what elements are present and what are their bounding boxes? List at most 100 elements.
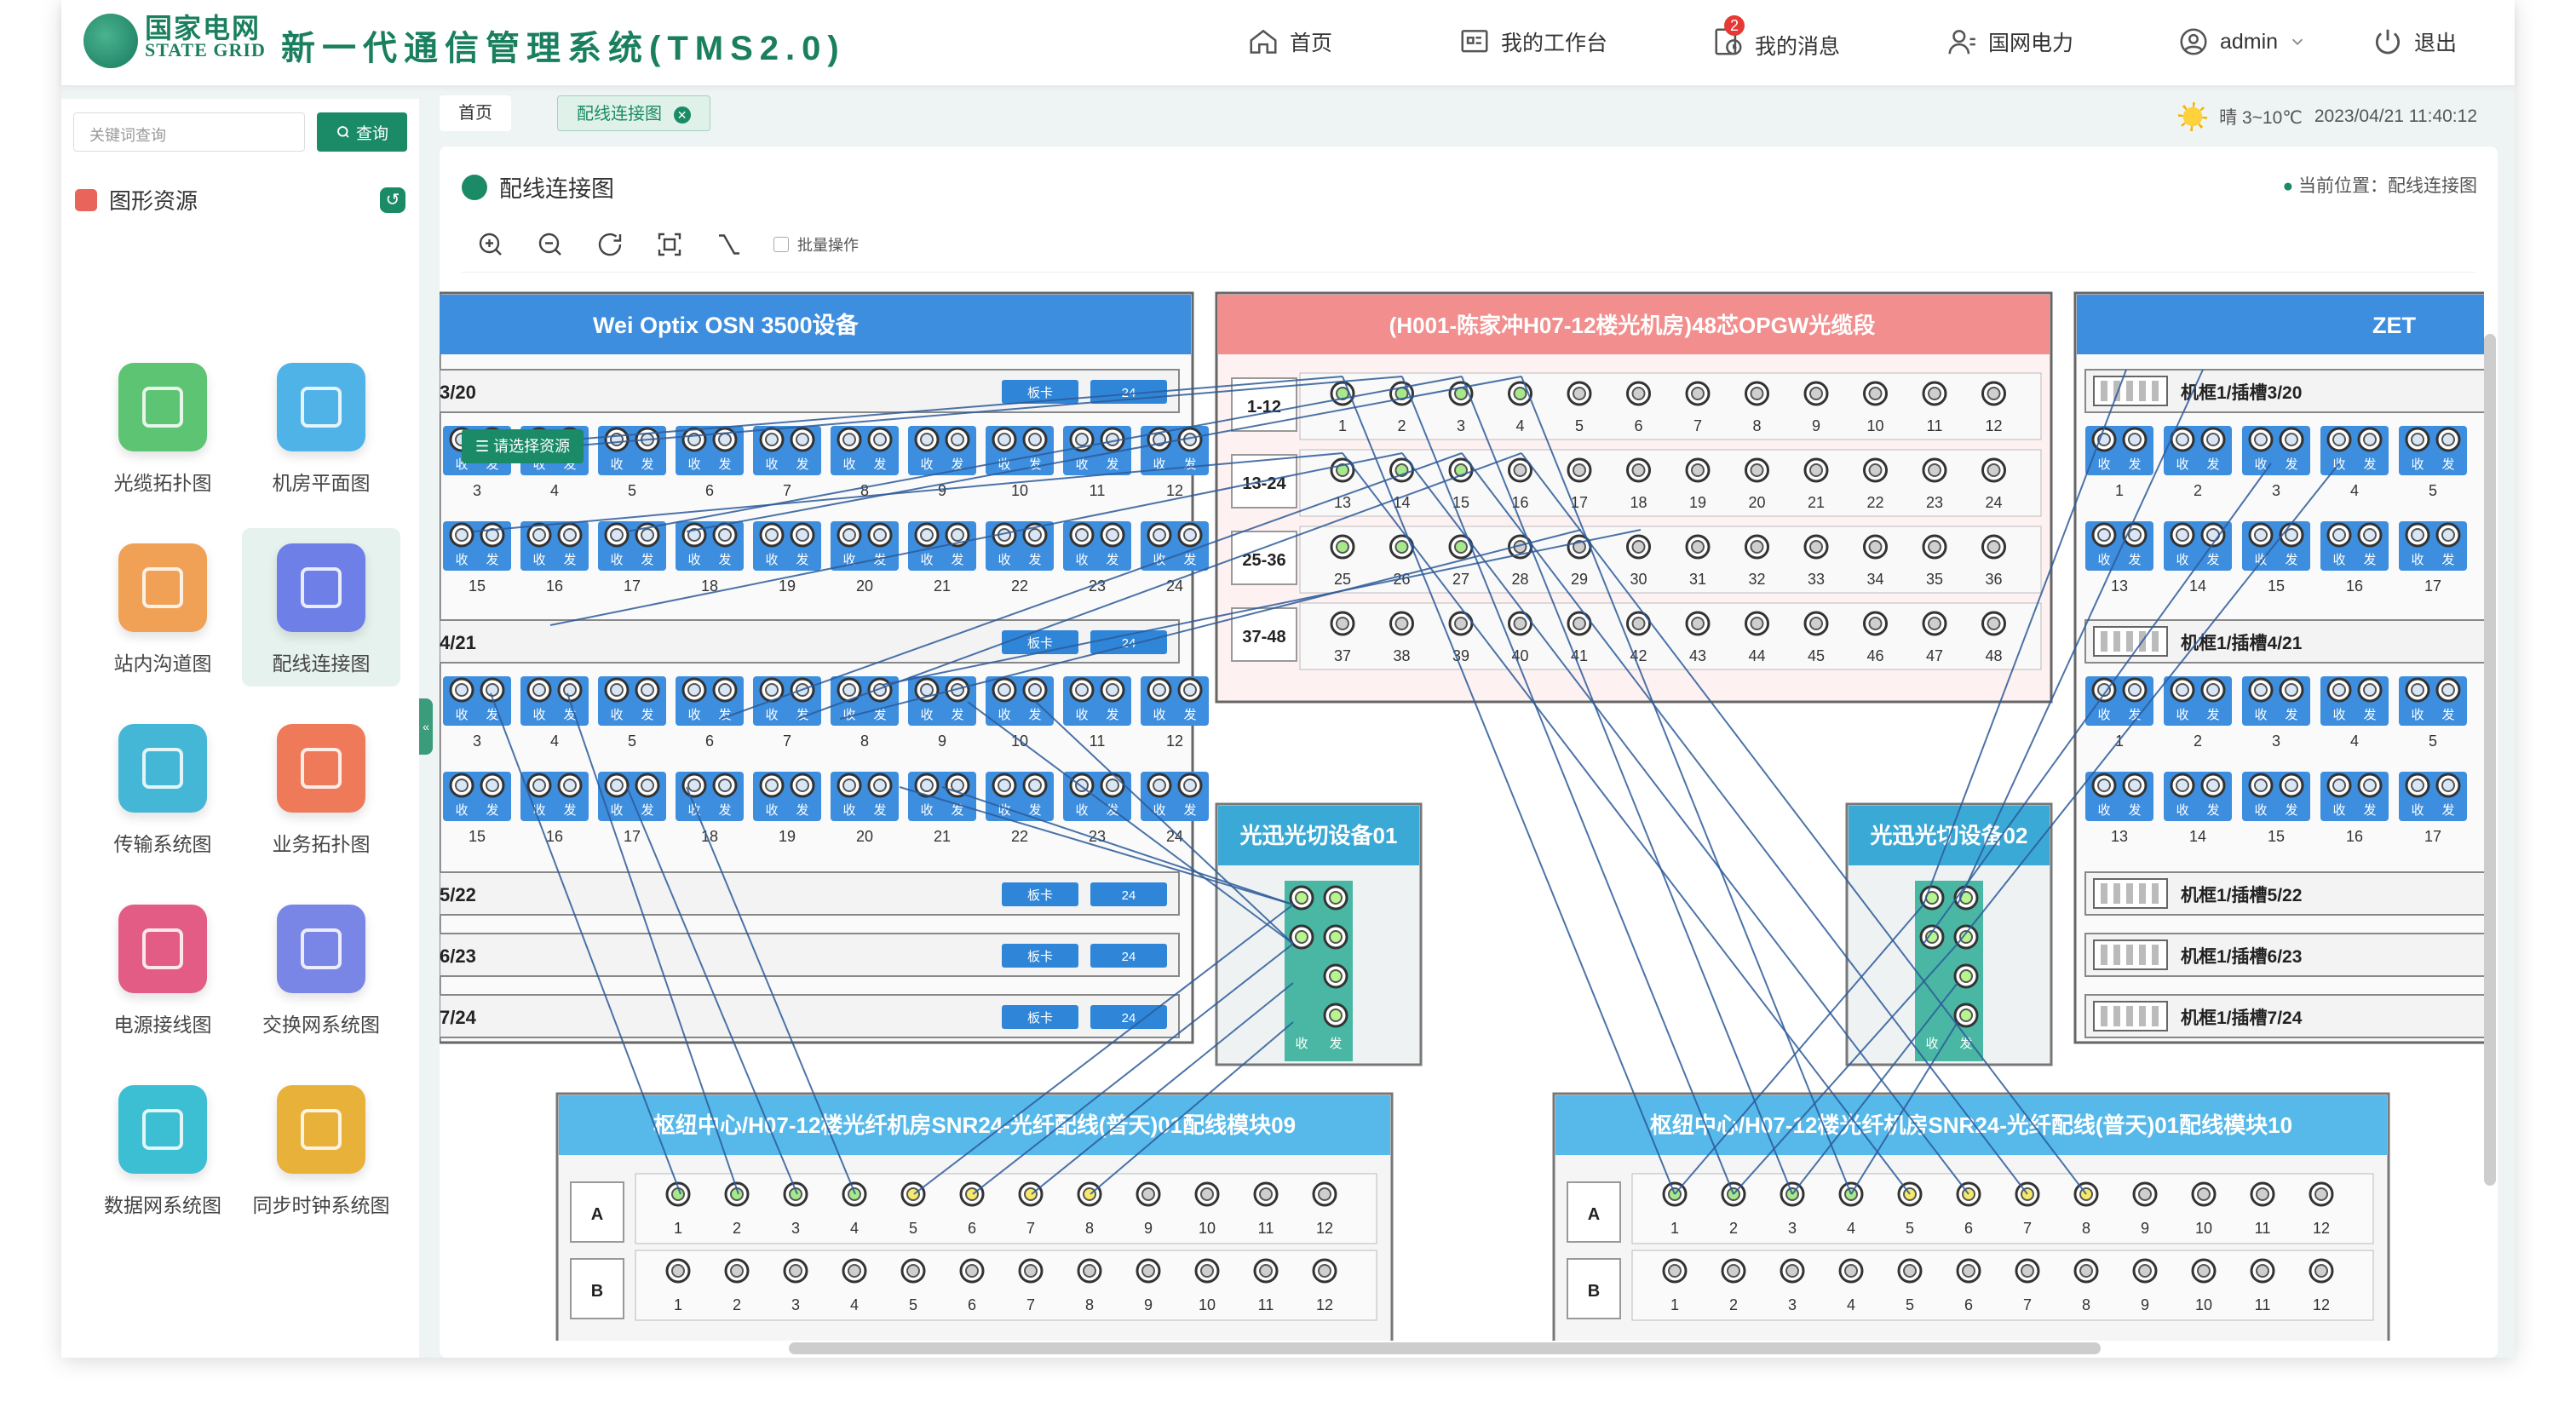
port-number[interactable]: 16 [546, 828, 563, 845]
port-pair-rx-core[interactable] [2332, 683, 2346, 697]
batch-checkbox[interactable] [773, 236, 789, 252]
cable-port-core[interactable] [1394, 617, 1409, 630]
port-number[interactable]: 21 [934, 577, 951, 595]
port-pair-tx-core[interactable] [2441, 528, 2455, 542]
port-pair-rx-core[interactable] [920, 433, 934, 446]
odf-port-number[interactable]: 8 [2082, 1220, 2090, 1237]
odf-port-number[interactable]: 7 [1026, 1296, 1035, 1313]
cable-port-number[interactable]: 30 [1630, 571, 1647, 588]
odf-port-number[interactable]: 5 [909, 1296, 917, 1313]
odf-port-number[interactable]: 5 [909, 1220, 917, 1237]
cable-port-number[interactable]: 5 [1575, 417, 1584, 434]
port-pair-rx-core[interactable] [1075, 528, 1089, 542]
port-tx-label[interactable]: 发 [1028, 457, 1041, 472]
resource-tile[interactable]: 数据网系统图 [83, 1070, 242, 1228]
port-pair-rx-core[interactable] [2411, 528, 2424, 542]
port-pair-rx-core[interactable] [610, 528, 624, 542]
odf-port-number[interactable]: 12 [1316, 1296, 1333, 1313]
port-number[interactable]: 4 [550, 482, 559, 499]
switch-port-core[interactable] [1295, 930, 1308, 944]
port-number[interactable]: 5 [628, 733, 636, 750]
odf-port-core[interactable] [1668, 1264, 1682, 1278]
odf-port-core[interactable] [789, 1264, 802, 1278]
port-rx-label[interactable]: 收 [2411, 553, 2424, 567]
cable-port-core[interactable] [1809, 463, 1823, 477]
odf-port-core[interactable] [848, 1264, 861, 1278]
port-number[interactable]: 13 [2111, 577, 2128, 595]
port-number[interactable]: 4 [2350, 482, 2359, 499]
odf-port-core[interactable] [2197, 1264, 2211, 1278]
switch-port-core[interactable] [1329, 1008, 1343, 1022]
odf-port-core[interactable] [1962, 1264, 1975, 1278]
odf-port-number[interactable]: 11 [2255, 1220, 2271, 1237]
port-pair-tx-core[interactable] [2128, 683, 2142, 697]
odf-port-number[interactable]: 7 [2023, 1220, 2032, 1237]
port-tx-label[interactable]: 发 [2285, 553, 2297, 567]
cable-port-number[interactable]: 8 [1752, 417, 1761, 434]
port-pair-rx-core[interactable] [532, 779, 546, 792]
cable-port-number[interactable]: 3 [1457, 417, 1465, 434]
port-pair-rx-core[interactable] [2254, 433, 2268, 446]
odf-port-number[interactable]: 11 [1258, 1296, 1274, 1313]
cable-port-number[interactable]: 12 [1985, 417, 2002, 434]
port-pair-tx-core[interactable] [951, 779, 964, 792]
odf-port-number[interactable]: 7 [2023, 1296, 2032, 1313]
slot-icon-bar[interactable] [2113, 631, 2120, 652]
slot-icon-bar[interactable] [2139, 945, 2146, 965]
port-pair-rx-core[interactable] [455, 683, 469, 697]
port-pair-rx-core[interactable] [2254, 779, 2268, 792]
odf-port-core[interactable] [2256, 1187, 2269, 1201]
port-pair-rx-core[interactable] [2411, 779, 2424, 792]
port-pair-rx-core[interactable] [2097, 779, 2111, 792]
slot-tag-label[interactable]: 板卡 [1027, 635, 1053, 651]
port-rx-label[interactable]: 收 [610, 803, 623, 818]
cable-port-core[interactable] [1809, 387, 1823, 400]
port-rx-label[interactable]: 收 [2332, 708, 2345, 722]
port-pair-rx-core[interactable] [842, 528, 856, 542]
port-rx-label[interactable]: 收 [2254, 803, 2267, 818]
search-button[interactable]: 查询 [317, 112, 407, 152]
port-pair-tx-core[interactable] [563, 779, 577, 792]
port-rx-label[interactable]: 收 [765, 803, 778, 818]
port-pair-tx-core[interactable] [563, 528, 577, 542]
port-pair-tx-core[interactable] [1028, 683, 1042, 697]
cable-port-core[interactable] [1750, 540, 1764, 554]
port-pair-tx-core[interactable] [1183, 683, 1197, 697]
port-tx-label[interactable]: 发 [2363, 553, 2376, 567]
port-rx-label[interactable]: 收 [1075, 803, 1088, 818]
close-icon[interactable]: ✕ [673, 106, 691, 124]
port-pair-tx-core[interactable] [641, 779, 654, 792]
port-number[interactable]: 8 [860, 733, 869, 750]
odf-port-core[interactable] [906, 1264, 920, 1278]
resource-tile[interactable]: 业务拓扑图 [242, 709, 400, 867]
port-tx-label[interactable]: 发 [486, 553, 498, 567]
slot-name[interactable]: 机框1/插槽6/23 [2181, 946, 2302, 967]
port-pair-rx-core[interactable] [532, 683, 546, 697]
cable-port-core[interactable] [1573, 387, 1586, 400]
port-pair-tx-core[interactable] [2363, 683, 2377, 697]
cable-port-number[interactable]: 19 [1689, 494, 1706, 511]
vertical-scrollbar[interactable] [2484, 334, 2496, 1186]
slot-icon-bar[interactable] [2113, 945, 2120, 965]
resource-tile[interactable]: 光缆拓扑图 [83, 348, 242, 506]
port-tx-label[interactable]: 发 [796, 553, 808, 567]
port-rx-label[interactable]: 收 [842, 457, 855, 472]
switch-port-core[interactable] [1329, 930, 1343, 944]
odf-port-number[interactable]: 2 [733, 1220, 741, 1237]
odf-port-core[interactable] [671, 1264, 685, 1278]
odf-port-number[interactable]: 9 [2141, 1220, 2149, 1237]
slot-icon-bar[interactable] [2152, 1006, 2159, 1026]
port-pair-tx-core[interactable] [1106, 528, 1119, 542]
resource-tile[interactable]: 同步时钟系统图 [242, 1070, 400, 1228]
nav-logout[interactable]: 退出 [2372, 26, 2457, 58]
port-pair-tx-core[interactable] [2285, 433, 2298, 446]
slot-name[interactable]: 机框1/插槽4/21 [2181, 633, 2303, 653]
cable-port-core[interactable] [1868, 463, 1883, 477]
odf-port-number[interactable]: 8 [2082, 1296, 2090, 1313]
port-rx-label[interactable]: 收 [2176, 708, 2188, 722]
odf-port-core[interactable] [965, 1187, 979, 1201]
port-rx-label[interactable]: 收 [2176, 803, 2188, 818]
port-pair-tx-core[interactable] [1183, 779, 1197, 792]
odf-port-number[interactable]: 5 [1906, 1220, 1914, 1237]
port-tx-label[interactable]: 发 [2128, 803, 2141, 818]
